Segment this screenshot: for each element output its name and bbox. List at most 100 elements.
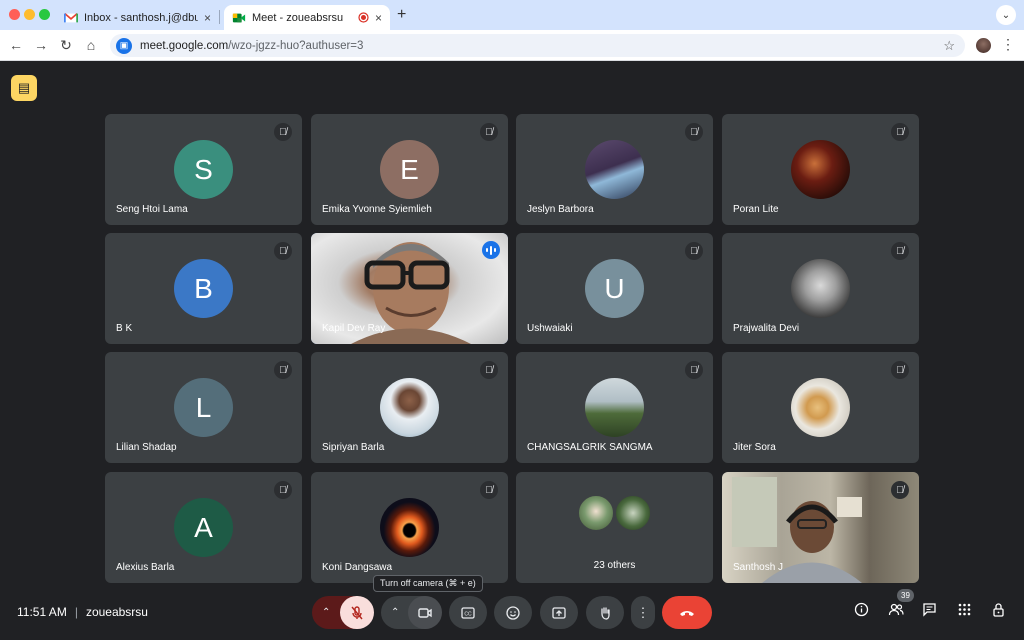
present-screen-button[interactable]	[540, 596, 578, 629]
participant-tile[interactable]: S 🎙̸ Seng Htoi Lama	[105, 114, 302, 225]
participant-name: Poran Lite	[733, 204, 779, 215]
participant-photo	[791, 259, 850, 318]
tab-inbox[interactable]: Inbox - santhosh.j@dbuniversity ×	[56, 5, 219, 30]
meet-window: Inbox - santhosh.j@dbuniversity × Meet -…	[0, 0, 1024, 640]
back-arrow-icon[interactable]: ←	[7, 37, 25, 53]
participant-tile[interactable]: 🎙̸ Poran Lite	[722, 114, 919, 225]
mic-off-icon[interactable]: 🎙̸	[685, 361, 703, 379]
others-avatar	[577, 494, 615, 532]
participant-initial-avatar: U	[585, 259, 644, 318]
others-avatar	[614, 494, 652, 532]
participant-tile[interactable]: L 🎙̸ Lilian Shadap	[105, 352, 302, 463]
mic-off-icon[interactable]: 🎙̸	[891, 123, 909, 141]
leave-call-button[interactable]	[662, 596, 712, 629]
people-count-badge: 39	[897, 589, 914, 602]
participant-tile[interactable]: E 🎙̸ Emika Yvonne Syiemlieh	[311, 114, 508, 225]
participant-tile[interactable]: 🎙̸ CHANGSALGRIK SANGMA	[516, 352, 713, 463]
activities-grid-icon[interactable]	[957, 602, 972, 620]
mic-off-icon[interactable]: 🎙̸	[480, 123, 498, 141]
mic-off-icon[interactable]: 🎙̸	[480, 481, 498, 499]
more-options-button[interactable]: ⋮	[631, 596, 655, 629]
others-count: 23 others	[593, 560, 636, 571]
mic-off-icon[interactable]: 🎙̸	[274, 242, 292, 260]
mic-off-icon[interactable]: 🎙̸	[891, 361, 909, 379]
home-icon[interactable]: ⌂	[82, 37, 100, 53]
tab-meet[interactable]: Meet - zoueabsrsu ×	[224, 5, 390, 30]
participant-tile-speaking[interactable]: Kapil Dev Ray	[311, 233, 508, 344]
participant-name: Alexius Barla	[116, 562, 175, 573]
participant-tile[interactable]: 🎙̸ Jiter Sora	[722, 352, 919, 463]
gmail-icon	[64, 12, 78, 22]
participant-name: Prajwalita Devi	[733, 323, 800, 334]
tab-divider	[219, 10, 220, 24]
microphone-button[interactable]	[340, 596, 374, 629]
new-tab-button[interactable]: +	[397, 6, 406, 24]
mic-off-icon[interactable]: 🎙̸	[891, 481, 909, 499]
mic-off-icon[interactable]: 🎙̸	[685, 242, 703, 260]
camera-icon	[418, 607, 432, 618]
host-controls-lock-icon[interactable]	[991, 602, 1006, 620]
browser-toolbar: ← → ↻ ⌂ ▣ meet.google.com/wzo-jgzz-huo?a…	[0, 30, 1024, 61]
participant-name: Sipriyan Barla	[322, 442, 385, 453]
site-info-icon[interactable]: ▣	[116, 37, 132, 54]
hang-up-icon	[680, 610, 694, 616]
participant-name: Emika Yvonne Syiemlieh	[322, 204, 432, 215]
meeting-time: 11:51 AM	[17, 605, 67, 619]
forward-arrow-icon[interactable]: →	[32, 37, 50, 53]
time-separator: |	[74, 605, 78, 619]
participant-tile[interactable]: 🎙̸ Koni Dangsawa	[311, 472, 508, 583]
participant-photo	[791, 140, 850, 199]
others-tile[interactable]: 23 others	[516, 472, 713, 583]
participant-name: Lilian Shadap	[116, 442, 177, 453]
close-window-button[interactable]	[9, 9, 20, 20]
captions-icon: CC	[461, 606, 475, 619]
participant-tile[interactable]: 🎙̸ Jeslyn Barbora	[516, 114, 713, 225]
profile-avatar[interactable]	[976, 38, 991, 53]
url-path: /wzo-jgzz-huo?authuser=3	[228, 39, 364, 52]
tab-search-button[interactable]: ⌄	[996, 5, 1016, 25]
participant-name: Seng Htoi Lama	[116, 204, 188, 215]
participant-tile[interactable]: 🎙̸ Prajwalita Devi	[722, 233, 919, 344]
people-icon[interactable]	[888, 602, 904, 620]
tab-meet-close-icon[interactable]: ×	[375, 11, 382, 25]
participant-name: Koni Dangsawa	[322, 562, 393, 573]
address-bar[interactable]: ▣ meet.google.com/wzo-jgzz-huo?authuser=…	[110, 34, 965, 57]
participant-name: Jeslyn Barbora	[527, 204, 594, 215]
reload-icon[interactable]: ↻	[57, 37, 75, 54]
recording-icon	[358, 12, 369, 23]
mic-off-icon[interactable]: 🎙̸	[480, 361, 498, 379]
camera-button[interactable]	[408, 596, 442, 629]
participant-name: B K	[116, 323, 133, 334]
meeting-notice-icon[interactable]: ▤	[11, 75, 37, 101]
raise-hand-button[interactable]	[586, 596, 624, 629]
tab-inbox-title: Inbox - santhosh.j@dbuniversity	[84, 11, 198, 24]
reactions-button[interactable]	[494, 596, 532, 629]
maximize-window-button[interactable]	[39, 9, 50, 20]
self-view-tile[interactable]: 🎙̸ Santhosh J	[722, 472, 919, 583]
mic-off-icon[interactable]: 🎙̸	[274, 123, 292, 141]
mic-off-icon	[351, 605, 363, 619]
bookmark-star-icon[interactable]: ☆	[943, 38, 955, 54]
meeting-info-icon[interactable]	[854, 602, 869, 620]
meeting-code: zoueabsrsu	[85, 605, 148, 619]
captions-button[interactable]: CC	[449, 596, 487, 629]
participant-photo	[380, 498, 439, 557]
present-icon	[552, 606, 566, 619]
hand-icon	[601, 606, 610, 620]
mic-off-icon[interactable]: 🎙̸	[274, 481, 292, 499]
mic-off-icon[interactable]: 🎙̸	[274, 361, 292, 379]
chat-icon[interactable]	[922, 602, 937, 620]
mic-off-icon[interactable]: 🎙̸	[891, 242, 909, 260]
participant-name: CHANGSALGRIK SANGMA	[527, 442, 653, 453]
participant-tile[interactable]: A 🎙̸ Alexius Barla	[105, 472, 302, 583]
participant-tile[interactable]: 🎙̸ Sipriyan Barla	[311, 352, 508, 463]
participant-name: Kapil Dev Ray	[322, 323, 386, 334]
meeting-clock: 11:51 AM | zoueabsrsu	[17, 605, 148, 619]
participant-tile[interactable]: U 🎙̸ Ushwaiaki	[516, 233, 713, 344]
participant-tile[interactable]: B 🎙̸ B K	[105, 233, 302, 344]
browser-menu-icon[interactable]: ⋮	[1001, 36, 1015, 53]
mic-off-icon[interactable]: 🎙̸	[685, 123, 703, 141]
minimize-window-button[interactable]	[24, 9, 35, 20]
tab-inbox-close-icon[interactable]: ×	[204, 11, 211, 25]
self-name: Santhosh J	[733, 562, 784, 573]
